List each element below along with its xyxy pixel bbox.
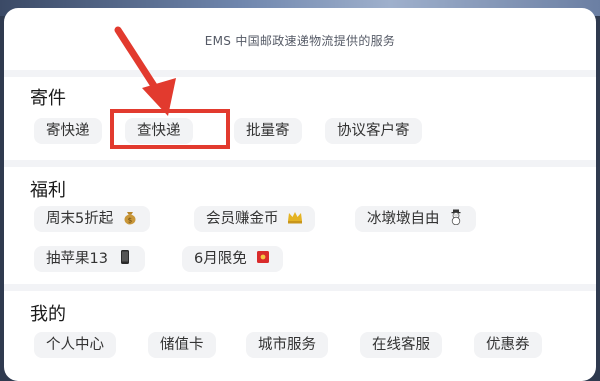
chip-city-services[interactable]: 城市服务 [246,332,328,358]
phone-icon [117,249,133,265]
chip-label: 抽苹果13 [46,251,108,267]
chip-send-express[interactable]: 寄快递 [34,118,102,144]
section-title-benefits: 福利 [30,180,66,201]
snowman-icon [448,209,464,225]
section-title-send: 寄件 [30,88,66,109]
services-sheet: EMS 中国邮政速递物流提供的服务 寄件 寄快递 查快递 批量寄 协议客户寄 福… [4,8,596,381]
red-envelope-icon [255,249,271,265]
crown-icon [287,209,303,225]
chip-member-coins[interactable]: 会员赚金币 [194,206,316,232]
provider-text: EMS 中国邮政速递物流提供的服务 [204,34,396,48]
chip-contract-send[interactable]: 协议客户寄 [325,118,422,144]
section-divider [4,284,596,291]
chip-june-free[interactable]: 6月限免 [182,246,284,272]
chip-coupons[interactable]: 优惠券 [474,332,542,358]
chip-personal-center[interactable]: 个人中心 [34,332,116,358]
section-divider [4,70,596,77]
section-divider [4,160,596,167]
chip-stored-value-card[interactable]: 储值卡 [148,332,216,358]
section-title-mine: 我的 [30,304,66,325]
money-bag-icon: $ [122,209,138,225]
svg-text:$: $ [128,217,132,225]
chip-online-support[interactable]: 在线客服 [360,332,442,358]
pointer-arrow-icon [114,26,176,116]
chip-iphone-draw[interactable]: 抽苹果13 [34,246,145,272]
chip-bulk-send[interactable]: 批量寄 [234,118,302,144]
chip-label: 周末5折起 [46,211,114,227]
chip-label: 6月限免 [194,251,247,267]
chip-weekend-discount[interactable]: 周末5折起 $ [34,206,150,232]
chip-label: 会员赚金币 [206,211,279,227]
chip-bingdundun[interactable]: 冰墩墩自由 [355,206,477,232]
chip-label: 冰墩墩自由 [367,211,440,227]
